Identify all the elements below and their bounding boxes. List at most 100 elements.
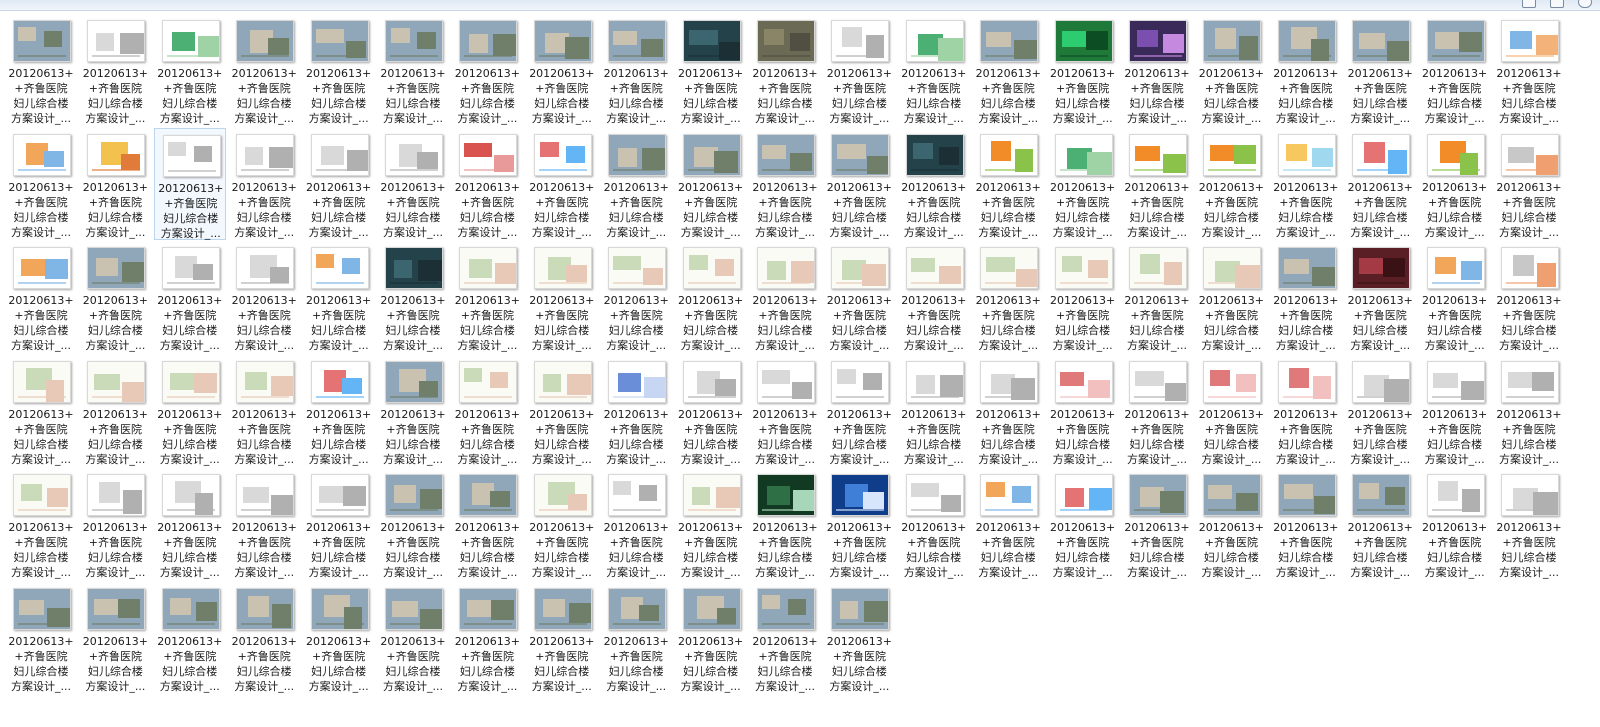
file-item[interactable]: 20120613+ +齐鲁医院 妇儿综合楼 方案设计_...: [154, 468, 226, 580]
file-item[interactable]: 20120613+ +齐鲁医院 妇儿综合楼 方案设计_...: [600, 14, 672, 126]
file-item[interactable]: 20120613+ +齐鲁医院 妇儿综合楼 方案设计_...: [153, 127, 226, 240]
file-item[interactable]: 20120613+ +齐鲁医院 妇儿综合楼 方案设计_...: [451, 14, 523, 126]
file-item[interactable]: 20120613+ +齐鲁医院 妇儿综合楼 方案设计_...: [303, 241, 375, 353]
file-item[interactable]: 20120613+ +齐鲁医院 妇儿综合楼 方案设计_...: [303, 468, 375, 580]
file-item[interactable]: 20120613+ +齐鲁医院 妇儿综合楼 方案设计_...: [526, 355, 598, 467]
file-item[interactable]: 20120613+ +齐鲁医院 妇儿综合楼 方案设计_...: [749, 128, 821, 240]
file-item[interactable]: 20120613+ +齐鲁医院 妇儿综合楼 方案设计_...: [303, 14, 375, 126]
file-item[interactable]: 20120613+ +齐鲁医院 妇儿综合楼 方案设计_...: [1047, 355, 1119, 467]
file-item[interactable]: 20120613+ +齐鲁医院 妇儿综合楼 方案设计_...: [5, 355, 77, 467]
file-item[interactable]: 20120613+ +齐鲁医院 妇儿综合楼 方案设计_...: [79, 128, 151, 240]
file-item[interactable]: 20120613+ +齐鲁医院 妇儿综合楼 方案设计_...: [823, 355, 895, 467]
file-item[interactable]: 20120613+ +齐鲁医院 妇儿综合楼 方案设计_...: [972, 468, 1044, 580]
file-item[interactable]: 20120613+ +齐鲁医院 妇儿综合楼 方案设计_...: [1121, 14, 1193, 126]
file-item[interactable]: 20120613+ +齐鲁医院 妇儿综合楼 方案设计_...: [1047, 468, 1119, 580]
file-item[interactable]: 20120613+ +齐鲁医院 妇儿综合楼 方案设计_...: [898, 241, 970, 353]
file-item[interactable]: 20120613+ +齐鲁医院 妇儿综合楼 方案设计_...: [1121, 355, 1193, 467]
file-item[interactable]: 20120613+ +齐鲁医院 妇儿综合楼 方案设计_...: [600, 468, 672, 580]
file-item[interactable]: 20120613+ +齐鲁医院 妇儿综合楼 方案设计_...: [228, 468, 300, 580]
help-icon[interactable]: [1578, 0, 1592, 8]
file-item[interactable]: 20120613+ +齐鲁医院 妇儿综合楼 方案设计_...: [1047, 14, 1119, 126]
file-item[interactable]: 20120613+ +齐鲁医院 妇儿综合楼 方案设计_...: [1419, 14, 1491, 126]
file-item[interactable]: 20120613+ +齐鲁医院 妇儿综合楼 方案设计_...: [5, 468, 77, 580]
file-item[interactable]: 20120613+ +齐鲁医院 妇儿综合楼 方案设计_...: [1419, 355, 1491, 467]
file-item[interactable]: 20120613+ +齐鲁医院 妇儿综合楼 方案设计_...: [303, 582, 375, 694]
file-item[interactable]: 20120613+ +齐鲁医院 妇儿综合楼 方案设计_...: [79, 355, 151, 467]
file-item[interactable]: 20120613+ +齐鲁医院 妇儿综合楼 方案设计_...: [451, 241, 523, 353]
file-item[interactable]: 20120613+ +齐鲁医院 妇儿综合楼 方案设计_...: [1195, 14, 1267, 126]
file-item[interactable]: 20120613+ +齐鲁医院 妇儿综合楼 方案设计_...: [1419, 128, 1491, 240]
file-item[interactable]: 20120613+ +齐鲁医院 妇儿综合楼 方案设计_...: [1195, 355, 1267, 467]
file-item[interactable]: 20120613+ +齐鲁医院 妇儿综合楼 方案设计_...: [898, 468, 970, 580]
file-item[interactable]: 20120613+ +齐鲁医院 妇儿综合楼 方案设计_...: [526, 14, 598, 126]
file-item[interactable]: 20120613+ +齐鲁医院 妇儿综合楼 方案设计_...: [1419, 468, 1491, 580]
file-item[interactable]: 20120613+ +齐鲁医院 妇儿综合楼 方案设计_...: [1121, 468, 1193, 580]
file-item[interactable]: 20120613+ +齐鲁医院 妇儿综合楼 方案设计_...: [377, 241, 449, 353]
file-item[interactable]: 20120613+ +齐鲁医院 妇儿综合楼 方案设计_...: [79, 468, 151, 580]
file-item[interactable]: 20120613+ +齐鲁医院 妇儿综合楼 方案设计_...: [228, 128, 300, 240]
file-item[interactable]: 20120613+ +齐鲁医院 妇儿综合楼 方案设计_...: [1047, 128, 1119, 240]
file-item[interactable]: 20120613+ +齐鲁医院 妇儿综合楼 方案设计_...: [1344, 128, 1416, 240]
file-item[interactable]: 20120613+ +齐鲁医院 妇儿综合楼 方案设计_...: [1344, 355, 1416, 467]
preview-pane-icon[interactable]: [1550, 0, 1564, 8]
file-item[interactable]: 20120613+ +齐鲁医院 妇儿综合楼 方案设计_...: [675, 14, 747, 126]
file-item[interactable]: 20120613+ +齐鲁医院 妇儿综合楼 方案设计_...: [749, 14, 821, 126]
file-item[interactable]: 20120613+ +齐鲁医院 妇儿综合楼 方案设计_...: [1121, 128, 1193, 240]
file-item[interactable]: 20120613+ +齐鲁医院 妇儿综合楼 方案设计_...: [79, 14, 151, 126]
file-item[interactable]: 20120613+ +齐鲁医院 妇儿综合楼 方案设计_...: [1195, 468, 1267, 580]
file-item[interactable]: 20120613+ +齐鲁医院 妇儿综合楼 方案设计_...: [1270, 128, 1342, 240]
file-item[interactable]: 20120613+ +齐鲁医院 妇儿综合楼 方案设计_...: [79, 582, 151, 694]
file-item[interactable]: 20120613+ +齐鲁医院 妇儿综合楼 方案设计_...: [377, 468, 449, 580]
file-item[interactable]: 20120613+ +齐鲁医院 妇儿综合楼 方案设计_...: [675, 241, 747, 353]
file-item[interactable]: 20120613+ +齐鲁医院 妇儿综合楼 方案设计_...: [154, 241, 226, 353]
file-item[interactable]: 20120613+ +齐鲁医院 妇儿综合楼 方案设计_...: [79, 241, 151, 353]
file-item[interactable]: 20120613+ +齐鲁医院 妇儿综合楼 方案设计_...: [1493, 128, 1565, 240]
file-item[interactable]: 20120613+ +齐鲁医院 妇儿综合楼 方案设计_...: [675, 582, 747, 694]
file-item[interactable]: 20120613+ +齐鲁医院 妇儿综合楼 方案设计_...: [5, 128, 77, 240]
file-item[interactable]: 20120613+ +齐鲁医院 妇儿综合楼 方案设计_...: [1121, 241, 1193, 353]
file-item[interactable]: 20120613+ +齐鲁医院 妇儿综合楼 方案设计_...: [1270, 241, 1342, 353]
file-item[interactable]: 20120613+ +齐鲁医院 妇儿综合楼 方案设计_...: [1493, 14, 1565, 126]
file-item[interactable]: 20120613+ +齐鲁医院 妇儿综合楼 方案设计_...: [5, 241, 77, 353]
file-item[interactable]: 20120613+ +齐鲁医院 妇儿综合楼 方案设计_...: [1344, 14, 1416, 126]
file-item[interactable]: 20120613+ +齐鲁医院 妇儿综合楼 方案设计_...: [823, 468, 895, 580]
file-item[interactable]: 20120613+ +齐鲁医院 妇儿综合楼 方案设计_...: [377, 128, 449, 240]
file-item[interactable]: 20120613+ +齐鲁医院 妇儿综合楼 方案设计_...: [1270, 355, 1342, 467]
file-item[interactable]: 20120613+ +齐鲁医院 妇儿综合楼 方案设计_...: [600, 128, 672, 240]
file-item[interactable]: 20120613+ +齐鲁医院 妇儿综合楼 方案设计_...: [898, 128, 970, 240]
file-item[interactable]: 20120613+ +齐鲁医院 妇儿综合楼 方案设计_...: [823, 582, 895, 694]
file-item[interactable]: 20120613+ +齐鲁医院 妇儿综合楼 方案设计_...: [1493, 468, 1565, 580]
file-item[interactable]: 20120613+ +齐鲁医院 妇儿综合楼 方案设计_...: [749, 468, 821, 580]
file-item[interactable]: 20120613+ +齐鲁医院 妇儿综合楼 方案设计_...: [1344, 241, 1416, 353]
file-item[interactable]: 20120613+ +齐鲁医院 妇儿综合楼 方案设计_...: [972, 241, 1044, 353]
file-item[interactable]: 20120613+ +齐鲁医院 妇儿综合楼 方案设计_...: [526, 468, 598, 580]
file-item[interactable]: 20120613+ +齐鲁医院 妇儿综合楼 方案设计_...: [600, 241, 672, 353]
file-item[interactable]: 20120613+ +齐鲁医院 妇儿综合楼 方案设计_...: [228, 241, 300, 353]
file-item[interactable]: 20120613+ +齐鲁医院 妇儿综合楼 方案设计_...: [228, 355, 300, 467]
file-item[interactable]: 20120613+ +齐鲁医院 妇儿综合楼 方案设计_...: [377, 355, 449, 467]
file-item[interactable]: 20120613+ +齐鲁医院 妇儿综合楼 方案设计_...: [451, 468, 523, 580]
file-item[interactable]: 20120613+ +齐鲁医院 妇儿综合楼 方案设计_...: [1493, 241, 1565, 353]
file-item[interactable]: 20120613+ +齐鲁医院 妇儿综合楼 方案设计_...: [749, 582, 821, 694]
file-item[interactable]: 20120613+ +齐鲁医院 妇儿综合楼 方案设计_...: [898, 355, 970, 467]
file-item[interactable]: 20120613+ +齐鲁医院 妇儿综合楼 方案设计_...: [5, 14, 77, 126]
file-item[interactable]: 20120613+ +齐鲁医院 妇儿综合楼 方案设计_...: [600, 355, 672, 467]
file-item[interactable]: 20120613+ +齐鲁医院 妇儿综合楼 方案设计_...: [377, 14, 449, 126]
file-item[interactable]: 20120613+ +齐鲁医院 妇儿综合楼 方案设计_...: [749, 241, 821, 353]
file-item[interactable]: 20120613+ +齐鲁医院 妇儿综合楼 方案设计_...: [972, 14, 1044, 126]
file-item[interactable]: 20120613+ +齐鲁医院 妇儿综合楼 方案设计_...: [1270, 468, 1342, 580]
file-item[interactable]: 20120613+ +齐鲁医院 妇儿综合楼 方案设计_...: [228, 582, 300, 694]
file-item[interactable]: 20120613+ +齐鲁医院 妇儿综合楼 方案设计_...: [1493, 355, 1565, 467]
file-item[interactable]: 20120613+ +齐鲁医院 妇儿综合楼 方案设计_...: [972, 355, 1044, 467]
file-item[interactable]: 20120613+ +齐鲁医院 妇儿综合楼 方案设计_...: [5, 582, 77, 694]
file-item[interactable]: 20120613+ +齐鲁医院 妇儿综合楼 方案设计_...: [675, 128, 747, 240]
file-item[interactable]: 20120613+ +齐鲁医院 妇儿综合楼 方案设计_...: [451, 128, 523, 240]
file-item[interactable]: 20120613+ +齐鲁医院 妇儿综合楼 方案设计_...: [154, 14, 226, 126]
file-item[interactable]: 20120613+ +齐鲁医院 妇儿综合楼 方案设计_...: [303, 355, 375, 467]
file-item[interactable]: 20120613+ +齐鲁医院 妇儿综合楼 方案设计_...: [823, 128, 895, 240]
file-item[interactable]: 20120613+ +齐鲁医院 妇儿综合楼 方案设计_...: [1419, 241, 1491, 353]
file-item[interactable]: 20120613+ +齐鲁医院 妇儿综合楼 方案设计_...: [451, 355, 523, 467]
file-item[interactable]: 20120613+ +齐鲁医院 妇儿综合楼 方案设计_...: [823, 241, 895, 353]
file-item[interactable]: 20120613+ +齐鲁医院 妇儿综合楼 方案设计_...: [228, 14, 300, 126]
file-item[interactable]: 20120613+ +齐鲁医院 妇儿综合楼 方案设计_...: [526, 128, 598, 240]
